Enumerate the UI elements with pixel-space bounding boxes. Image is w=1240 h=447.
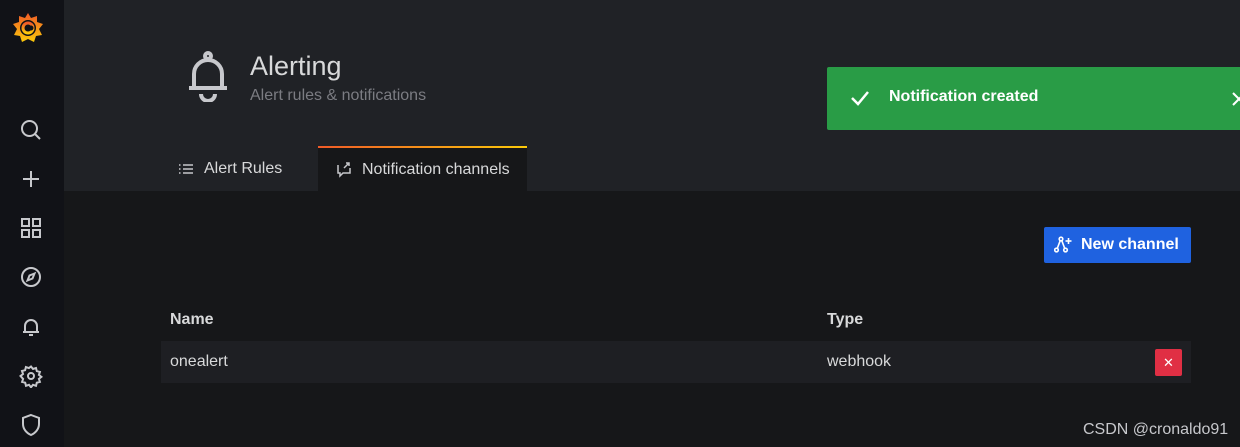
tab-label: Notification channels bbox=[362, 161, 510, 178]
close-icon[interactable] bbox=[1229, 89, 1240, 109]
table-row[interactable]: onealert webhook ✕ bbox=[161, 341, 1191, 383]
alerting-bell-icon bbox=[184, 50, 232, 103]
dashboards-icon[interactable] bbox=[16, 213, 46, 243]
grafana-logo-icon[interactable] bbox=[10, 10, 46, 46]
list-icon bbox=[179, 163, 193, 174]
new-channel-label: New channel bbox=[1081, 236, 1179, 253]
close-icon: ✕ bbox=[1163, 354, 1174, 370]
toast-message: Notification created bbox=[889, 88, 1039, 105]
channel-add-icon bbox=[1054, 236, 1072, 253]
channel-type: webhook bbox=[827, 353, 892, 370]
sidebar bbox=[0, 0, 64, 447]
page-subtitle: Alert rules & notifications bbox=[250, 87, 427, 104]
column-header-name: Name bbox=[170, 311, 214, 328]
comment-alt-share-icon bbox=[337, 162, 351, 178]
search-icon[interactable] bbox=[16, 115, 46, 145]
tab-alert-rules[interactable]: Alert Rules bbox=[178, 146, 282, 191]
tab-notification-channels[interactable]: Notification channels bbox=[318, 146, 527, 192]
plus-icon[interactable] bbox=[16, 164, 46, 194]
check-icon bbox=[851, 91, 869, 106]
bell-icon[interactable] bbox=[16, 312, 46, 342]
success-toast: Notification created bbox=[827, 67, 1240, 130]
shield-icon[interactable] bbox=[16, 410, 46, 440]
column-header-type: Type bbox=[827, 311, 864, 328]
gear-icon[interactable] bbox=[16, 361, 46, 391]
compass-icon[interactable] bbox=[16, 262, 46, 292]
watermark: CSDN @cronaldo91 bbox=[1083, 421, 1229, 438]
delete-channel-button[interactable]: ✕ bbox=[1155, 349, 1182, 376]
new-channel-button[interactable]: New channel bbox=[1044, 227, 1191, 263]
page-title: Alerting bbox=[250, 51, 342, 81]
channel-name[interactable]: onealert bbox=[170, 353, 228, 371]
tab-label: Alert Rules bbox=[204, 159, 283, 177]
